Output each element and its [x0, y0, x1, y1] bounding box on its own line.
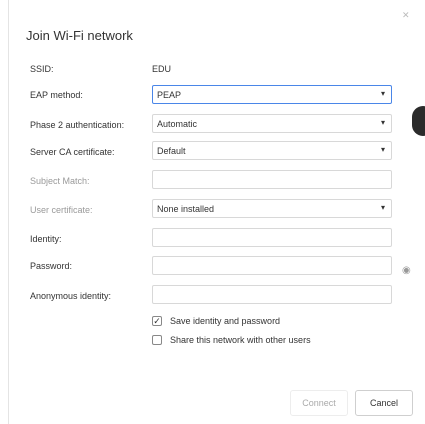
close-icon[interactable]: ✕: [402, 10, 410, 21]
server-ca-value: Default: [157, 146, 186, 156]
eap-method-value: PEAP: [157, 90, 182, 100]
dialog-title: Join Wi-Fi network: [26, 28, 133, 43]
identity-input[interactable]: [152, 228, 392, 247]
share-network-checkbox[interactable]: [152, 335, 162, 345]
phase2-auth-select[interactable]: Automatic ▾: [152, 114, 392, 133]
ssid-value: EDU: [152, 64, 172, 74]
chevron-down-icon: ▾: [380, 145, 385, 154]
phase2-auth-label: Phase 2 authentication:: [30, 120, 125, 130]
user-cert-label: User certificate:: [30, 205, 93, 215]
chevron-down-icon: ▾: [380, 203, 385, 212]
phase2-auth-value: Automatic: [157, 119, 198, 129]
avatar: [412, 106, 425, 136]
save-identity-checkbox[interactable]: ✓: [152, 316, 162, 326]
user-cert-value: None installed: [157, 204, 215, 214]
server-ca-select[interactable]: Default ▾: [152, 141, 392, 160]
share-network-label: Share this network with other users: [170, 335, 311, 345]
chevron-down-icon: ▾: [380, 118, 385, 127]
server-ca-label: Server CA certificate:: [30, 147, 115, 157]
anonymous-identity-label: Anonymous identity:: [30, 291, 112, 301]
eap-method-select[interactable]: PEAP ▾: [152, 85, 392, 104]
password-input[interactable]: [152, 256, 392, 275]
eap-method-label: EAP method:: [30, 90, 83, 100]
cancel-button[interactable]: Cancel: [355, 390, 413, 416]
connect-button[interactable]: Connect: [290, 390, 348, 416]
chevron-down-icon: ▾: [380, 89, 385, 98]
anonymous-identity-input[interactable]: [152, 285, 392, 304]
subject-match-label: Subject Match:: [30, 176, 90, 186]
password-label: Password:: [30, 261, 73, 271]
eye-icon[interactable]: ◉: [402, 265, 411, 276]
subject-match-input[interactable]: [152, 170, 392, 189]
check-icon: ✓: [153, 316, 161, 326]
identity-label: Identity:: [30, 234, 62, 244]
user-cert-select[interactable]: None installed ▾: [152, 199, 392, 218]
save-identity-label: Save identity and password: [170, 316, 281, 326]
ssid-label: SSID:: [30, 64, 54, 74]
